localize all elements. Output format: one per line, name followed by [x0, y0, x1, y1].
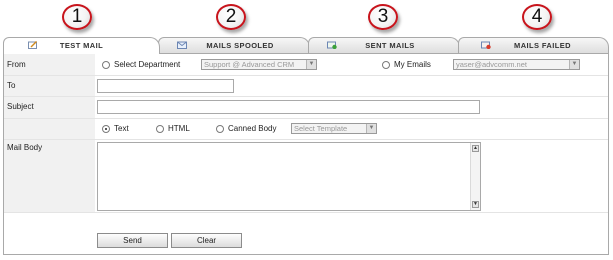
my-emails-label: My Emails: [394, 60, 431, 69]
tab-mails-failed[interactable]: MAILS FAILED: [458, 37, 609, 53]
department-select[interactable]: Support @ Advanced CRM ▼: [201, 59, 317, 70]
mail-body-textarea[interactable]: ▲ ▼: [97, 142, 481, 211]
sent-mail-icon: [327, 41, 337, 49]
spooled-mail-icon: [177, 41, 187, 49]
chevron-down-icon: ▼: [366, 124, 376, 133]
canned-body-radio[interactable]: [216, 125, 224, 133]
callout-4: 4: [522, 4, 552, 30]
my-emails-select-value: yaser@advcomm.net: [456, 60, 527, 69]
mail-body-scrollbar[interactable]: ▲ ▼: [470, 143, 480, 210]
text-format-radio[interactable]: [102, 125, 110, 133]
select-department-label: Select Department: [114, 60, 181, 69]
test-mail-panel: From Select Department Support @ Advance…: [3, 53, 609, 255]
template-select[interactable]: Select Template ▼: [291, 123, 377, 134]
compose-icon: [28, 41, 37, 49]
clear-button[interactable]: Clear: [171, 233, 242, 248]
label-column: [4, 54, 95, 212]
failed-mail-icon: [481, 41, 491, 49]
canned-body-label: Canned Body: [228, 124, 277, 133]
tab-label: SENT MAILS: [365, 41, 415, 50]
tab-label: MAILS SPOOLED: [206, 41, 274, 50]
to-input[interactable]: [97, 79, 234, 93]
scroll-down-icon[interactable]: ▼: [472, 201, 479, 208]
text-format-label: Text: [114, 124, 129, 133]
row-divider: [4, 96, 608, 97]
template-select-value: Select Template: [294, 124, 348, 133]
department-select-value: Support @ Advanced CRM: [204, 60, 295, 69]
chevron-down-icon: ▼: [569, 60, 579, 69]
mail-body-label: Mail Body: [7, 143, 43, 152]
from-label: From: [7, 60, 26, 69]
html-format-radio[interactable]: [156, 125, 164, 133]
row-divider: [4, 212, 608, 213]
tab-mails-spooled[interactable]: MAILS SPOOLED: [158, 37, 310, 53]
subject-input[interactable]: [97, 100, 480, 114]
subject-label: Subject: [7, 102, 34, 111]
my-emails-radio[interactable]: [382, 61, 390, 69]
row-divider: [4, 75, 608, 76]
callout-3: 3: [368, 4, 398, 30]
html-format-label: HTML: [168, 124, 190, 133]
row-divider: [4, 118, 608, 119]
to-label: To: [7, 81, 16, 90]
my-emails-select[interactable]: yaser@advcomm.net ▼: [453, 59, 580, 70]
row-divider: [4, 139, 608, 140]
tab-sent-mails[interactable]: SENT MAILS: [308, 37, 460, 53]
callout-2: 2: [216, 4, 246, 30]
tab-test-mail[interactable]: TEST MAIL: [3, 37, 160, 54]
chevron-down-icon: ▼: [306, 60, 316, 69]
send-button[interactable]: Send: [97, 233, 168, 248]
callout-1: 1: [62, 4, 92, 30]
tab-strip: TEST MAIL MAILS SPOOLED SENT MAILS MAILS…: [3, 37, 609, 54]
tab-label: TEST MAIL: [59, 41, 104, 50]
scroll-up-icon[interactable]: ▲: [472, 145, 479, 152]
select-department-radio[interactable]: [102, 61, 110, 69]
tab-label: MAILS FAILED: [514, 41, 571, 50]
